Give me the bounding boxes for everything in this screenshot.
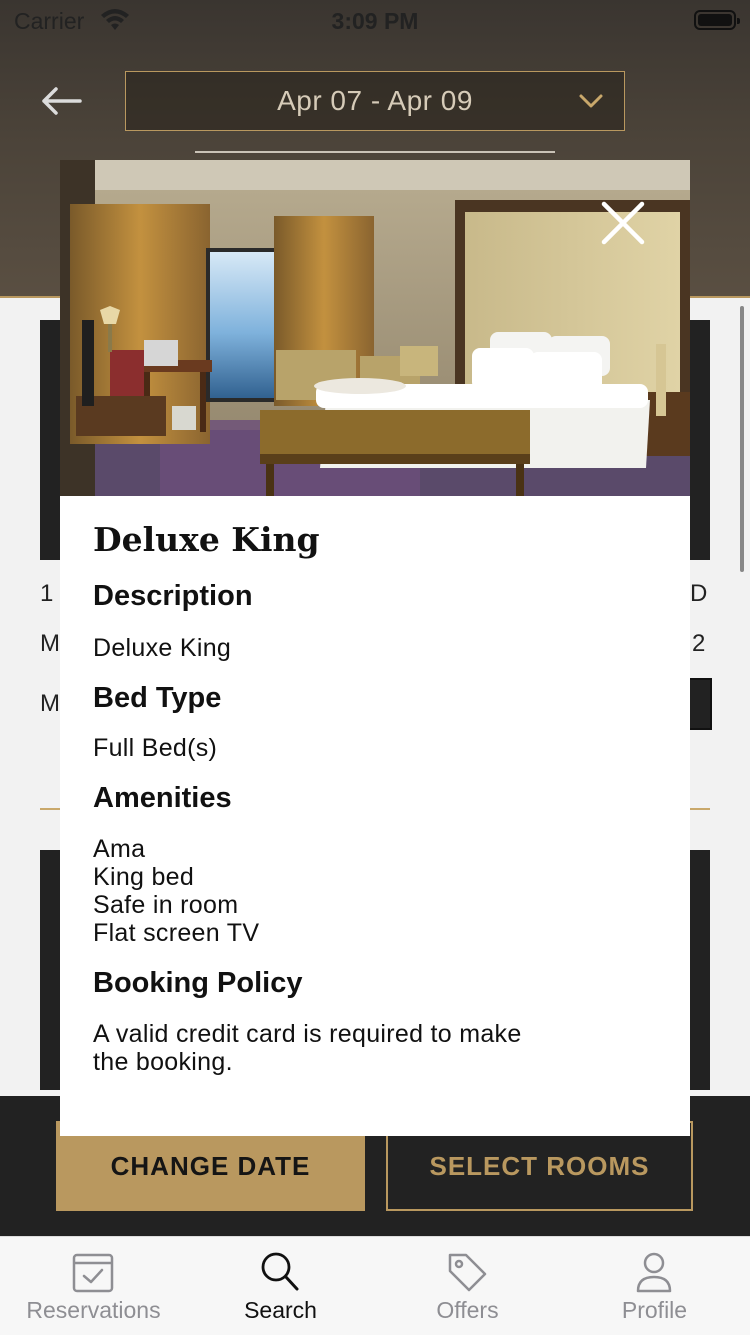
booking-policy-heading: Booking Policy xyxy=(93,967,303,999)
amenity-item: King bed xyxy=(93,863,195,891)
booking-policy-text: A valid credit card is required to make xyxy=(93,1020,522,1048)
bed-type-text: Full Bed(s) xyxy=(93,734,218,762)
booking-policy-text: the booking. xyxy=(93,1048,233,1076)
bed-type-heading: Bed Type xyxy=(93,682,222,714)
room-title: Deluxe King xyxy=(93,520,320,559)
amenities-heading: Amenities xyxy=(93,782,232,814)
description-heading: Description xyxy=(93,580,253,612)
amenity-item: Safe in room xyxy=(93,891,239,919)
room-photo xyxy=(60,160,690,496)
amenity-item: Flat screen TV xyxy=(93,919,260,947)
amenity-item: Ama xyxy=(93,835,146,863)
description-text: Deluxe King xyxy=(93,634,232,662)
room-detail-modal: Deluxe King Description Deluxe King Bed … xyxy=(60,160,690,1136)
close-icon[interactable] xyxy=(598,198,648,248)
